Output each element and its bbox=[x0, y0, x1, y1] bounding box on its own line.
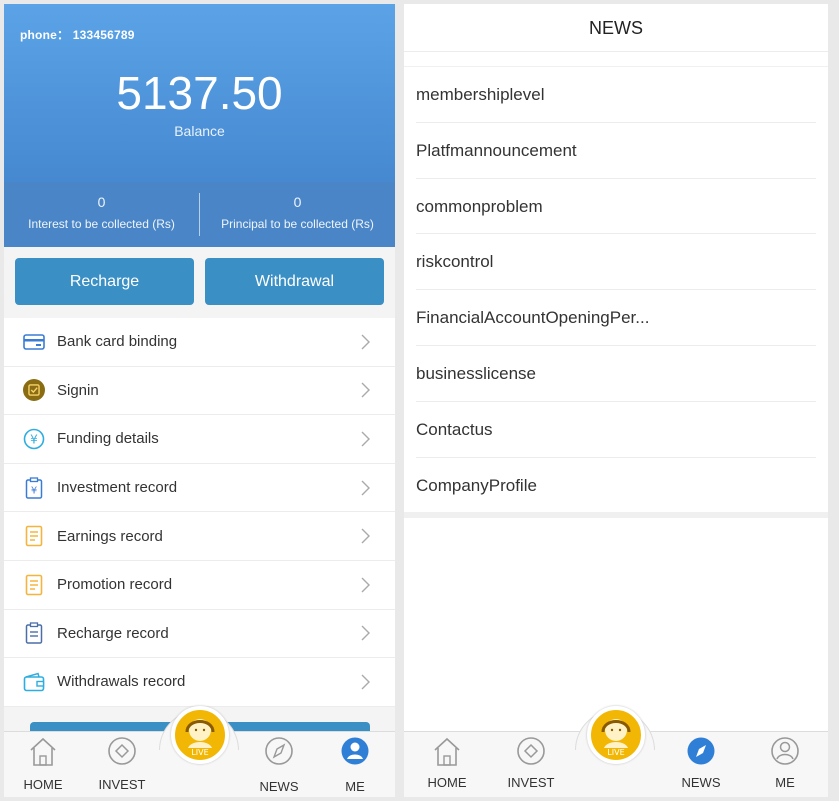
news-list: membershiplevel Platfmannouncement commo… bbox=[404, 66, 828, 513]
svg-text:LIVE: LIVE bbox=[191, 748, 208, 757]
chevron-right-icon bbox=[353, 334, 377, 350]
menu-item-label: Investment record bbox=[57, 479, 178, 497]
collection-stats: 0 Interest to be collected (Rs) 0 Princi… bbox=[4, 182, 395, 247]
yen-icon: ¥ bbox=[23, 428, 45, 450]
tab-invest[interactable]: INVEST bbox=[503, 736, 559, 790]
tab-label: INVEST bbox=[98, 777, 146, 792]
invest-icon bbox=[108, 737, 136, 765]
account-menu: Bank card binding Signin ¥ Funding detai… bbox=[4, 318, 395, 707]
menu-item-label: Promotion record bbox=[57, 576, 173, 594]
document-icon bbox=[23, 525, 45, 547]
balance-card: phone： 133456789 5137.50 Balance 0 Inter… bbox=[4, 4, 395, 247]
document-icon bbox=[23, 574, 45, 596]
interest-label: Interest to be collected (Rs) bbox=[28, 217, 175, 231]
menu-item-bank-card[interactable]: Bank card binding bbox=[4, 318, 395, 367]
news-item[interactable]: Platfmannouncement bbox=[416, 123, 816, 179]
chevron-right-icon bbox=[353, 625, 377, 641]
tab-label: HOME bbox=[427, 775, 467, 790]
tab-label: ME bbox=[345, 779, 365, 794]
page-title: NEWS bbox=[404, 4, 828, 52]
clipboard-yen-icon: ¥ bbox=[23, 476, 45, 499]
interest-stat: 0 Interest to be collected (Rs) bbox=[4, 182, 199, 247]
menu-item-label: Earnings record bbox=[57, 527, 163, 545]
tab-home[interactable]: HOME bbox=[422, 736, 472, 790]
phone-number: phone： 133456789 bbox=[20, 28, 135, 42]
principal-value: 0 bbox=[293, 194, 302, 210]
tab-label: INVEST bbox=[507, 775, 555, 790]
menu-item-label: Funding details bbox=[57, 430, 159, 448]
news-screen: NEWS membershiplevel Platfmannouncement … bbox=[404, 4, 828, 797]
news-item[interactable]: commonproblem bbox=[416, 179, 816, 235]
menu-item-investment-record[interactable]: ¥ Investment record bbox=[4, 464, 395, 513]
menu-item-label: Recharge record bbox=[57, 624, 169, 642]
recharge-button[interactable]: Recharge bbox=[15, 258, 194, 305]
news-item[interactable]: CompanyProfile bbox=[416, 458, 816, 514]
principal-stat: 0 Principal to be collected (Rs) bbox=[200, 182, 395, 247]
tab-news[interactable]: NEWS bbox=[254, 736, 304, 794]
clipboard-icon bbox=[23, 622, 45, 645]
tab-label: NEWS bbox=[681, 775, 721, 790]
withdrawal-button[interactable]: Withdrawal bbox=[205, 258, 384, 305]
user-icon bbox=[341, 737, 369, 765]
principal-label: Principal to be collected (Rs) bbox=[221, 217, 374, 231]
news-item[interactable]: riskcontrol bbox=[416, 234, 816, 291]
chevron-right-icon bbox=[353, 577, 377, 593]
menu-item-label: Signin bbox=[57, 381, 99, 399]
chevron-right-icon bbox=[353, 528, 377, 544]
tab-news[interactable]: NEWS bbox=[676, 736, 726, 790]
chevron-right-icon bbox=[353, 382, 377, 398]
tab-invest[interactable]: INVEST bbox=[94, 736, 150, 792]
menu-item-label: Withdrawals record bbox=[57, 673, 186, 691]
menu-item-funding-details[interactable]: ¥ Funding details bbox=[4, 415, 395, 464]
chevron-right-icon bbox=[353, 480, 377, 496]
compass-icon bbox=[687, 737, 715, 765]
me-screen: phone： 133456789 5137.50 Balance 0 Inter… bbox=[4, 4, 395, 797]
news-item[interactable]: membershiplevel bbox=[416, 67, 816, 123]
bottom-tab-bar: HOME INVEST LIVE NEWS ME bbox=[404, 706, 828, 797]
menu-item-earnings-record[interactable]: Earnings record bbox=[4, 512, 395, 561]
compass-icon bbox=[265, 737, 293, 765]
menu-item-label: Bank card binding bbox=[57, 333, 178, 351]
tab-home[interactable]: HOME bbox=[18, 736, 68, 792]
news-item[interactable]: businesslicense bbox=[416, 346, 816, 402]
tab-label: HOME bbox=[23, 777, 63, 792]
live-button[interactable]: LIVE bbox=[171, 706, 229, 764]
interest-value: 0 bbox=[97, 194, 106, 210]
menu-item-promotion-record[interactable]: Promotion record bbox=[4, 561, 395, 610]
bottom-tab-bar: HOME INVEST LIVE NEWS ME bbox=[4, 706, 395, 797]
svg-text:¥: ¥ bbox=[30, 432, 38, 446]
bank-card-icon bbox=[23, 331, 45, 353]
tab-label: ME bbox=[775, 775, 795, 790]
home-icon bbox=[30, 737, 56, 766]
balance-amount: 5137.50 bbox=[116, 67, 283, 119]
balance-label: Balance bbox=[174, 123, 225, 139]
signin-icon bbox=[23, 379, 45, 402]
menu-item-withdrawals-record[interactable]: Withdrawals record bbox=[4, 658, 395, 707]
news-item[interactable]: FinancialAccountOpeningPer... bbox=[416, 290, 816, 346]
menu-item-recharge-record[interactable]: Recharge record bbox=[4, 610, 395, 659]
chevron-right-icon bbox=[353, 674, 377, 690]
tab-me[interactable]: ME bbox=[762, 736, 808, 790]
home-icon bbox=[434, 737, 460, 766]
action-buttons: Recharge Withdrawal bbox=[15, 258, 384, 305]
invest-icon bbox=[517, 737, 545, 765]
live-avatar-icon: LIVE bbox=[185, 719, 215, 757]
user-icon bbox=[771, 737, 799, 765]
divider bbox=[404, 512, 828, 518]
tab-me[interactable]: ME bbox=[332, 736, 378, 794]
svg-text:LIVE: LIVE bbox=[607, 748, 624, 757]
news-item[interactable]: Contactus bbox=[416, 402, 816, 458]
wallet-icon bbox=[23, 671, 45, 693]
live-avatar-icon: LIVE bbox=[601, 719, 631, 757]
menu-item-signin[interactable]: Signin bbox=[4, 367, 395, 416]
chevron-right-icon bbox=[353, 431, 377, 447]
live-button[interactable]: LIVE bbox=[587, 706, 645, 764]
tab-label: NEWS bbox=[259, 779, 299, 794]
svg-text:¥: ¥ bbox=[31, 485, 37, 496]
